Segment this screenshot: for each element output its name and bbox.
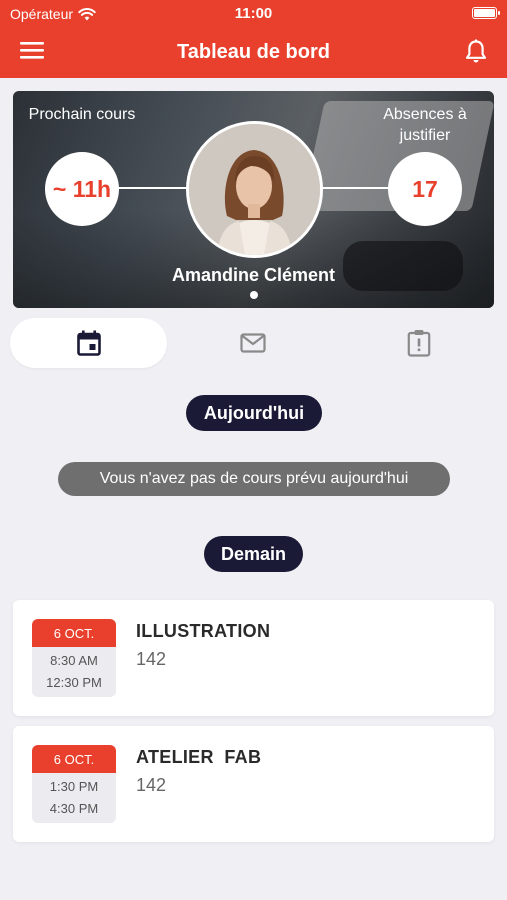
absences-label: Absences à justifier [383, 106, 467, 144]
course-date-box: 6 OCT. 8:30 AM 12:30 PM [32, 619, 116, 697]
course-date: 6 OCT. [32, 745, 116, 773]
course-date: 6 OCT. [32, 619, 116, 647]
bell-icon [465, 39, 487, 63]
next-course-label: Prochain cours [28, 106, 136, 123]
course-start-time: 8:30 AM [50, 653, 98, 668]
course-title: ATELIER FAB [136, 747, 262, 767]
today-header: Aujourd'hui [186, 395, 322, 431]
course-title: ILLUSTRATION [136, 621, 271, 641]
student-name: Amandine Clément [171, 265, 336, 285]
calendar-icon [76, 330, 101, 356]
tomorrow-header: Demain [204, 536, 303, 572]
status-time: 11:00 [234, 5, 273, 22]
course-card[interactable]: 6 OCT. 8:30 AM 12:30 PM ILLUSTRATION 142 [13, 600, 494, 716]
next-course-value[interactable]: ~ 11h [45, 152, 119, 226]
absences-count[interactable]: 17 [388, 152, 462, 226]
status-bar: Opérateur 11:00 [0, 0, 507, 28]
portrait-image [189, 124, 320, 255]
course-end-time: 12:30 PM [46, 675, 102, 690]
tab-bar [10, 318, 497, 368]
avatar[interactable] [186, 121, 323, 258]
course-room: 142 [136, 775, 167, 795]
tab-messages[interactable] [173, 318, 333, 368]
clipboard-alert-icon [407, 330, 430, 357]
profile-hero[interactable]: Prochain cours ~ 11h Absences à justifie… [13, 91, 494, 308]
page-title: Tableau de bord [177, 41, 330, 63]
tab-calendar[interactable] [10, 318, 167, 368]
course-card[interactable]: 6 OCT. 1:30 PM 4:30 PM ATELIER FAB 142 [13, 726, 494, 842]
nav-bar: Tableau de bord [0, 28, 507, 78]
course-end-time: 4:30 PM [49, 801, 99, 816]
course-date-box: 6 OCT. 1:30 PM 4:30 PM [32, 745, 116, 823]
course-room: 142 [136, 649, 167, 669]
battery-icon [472, 7, 500, 19]
course-start-time: 1:30 PM [49, 779, 99, 794]
page-indicator-dot [250, 291, 258, 299]
no-course-message: Vous n'avez pas de cours prévu aujourd'h… [58, 462, 450, 496]
mail-icon [240, 333, 266, 353]
notifications-button[interactable] [451, 39, 487, 67]
tab-absences[interactable] [340, 318, 497, 368]
